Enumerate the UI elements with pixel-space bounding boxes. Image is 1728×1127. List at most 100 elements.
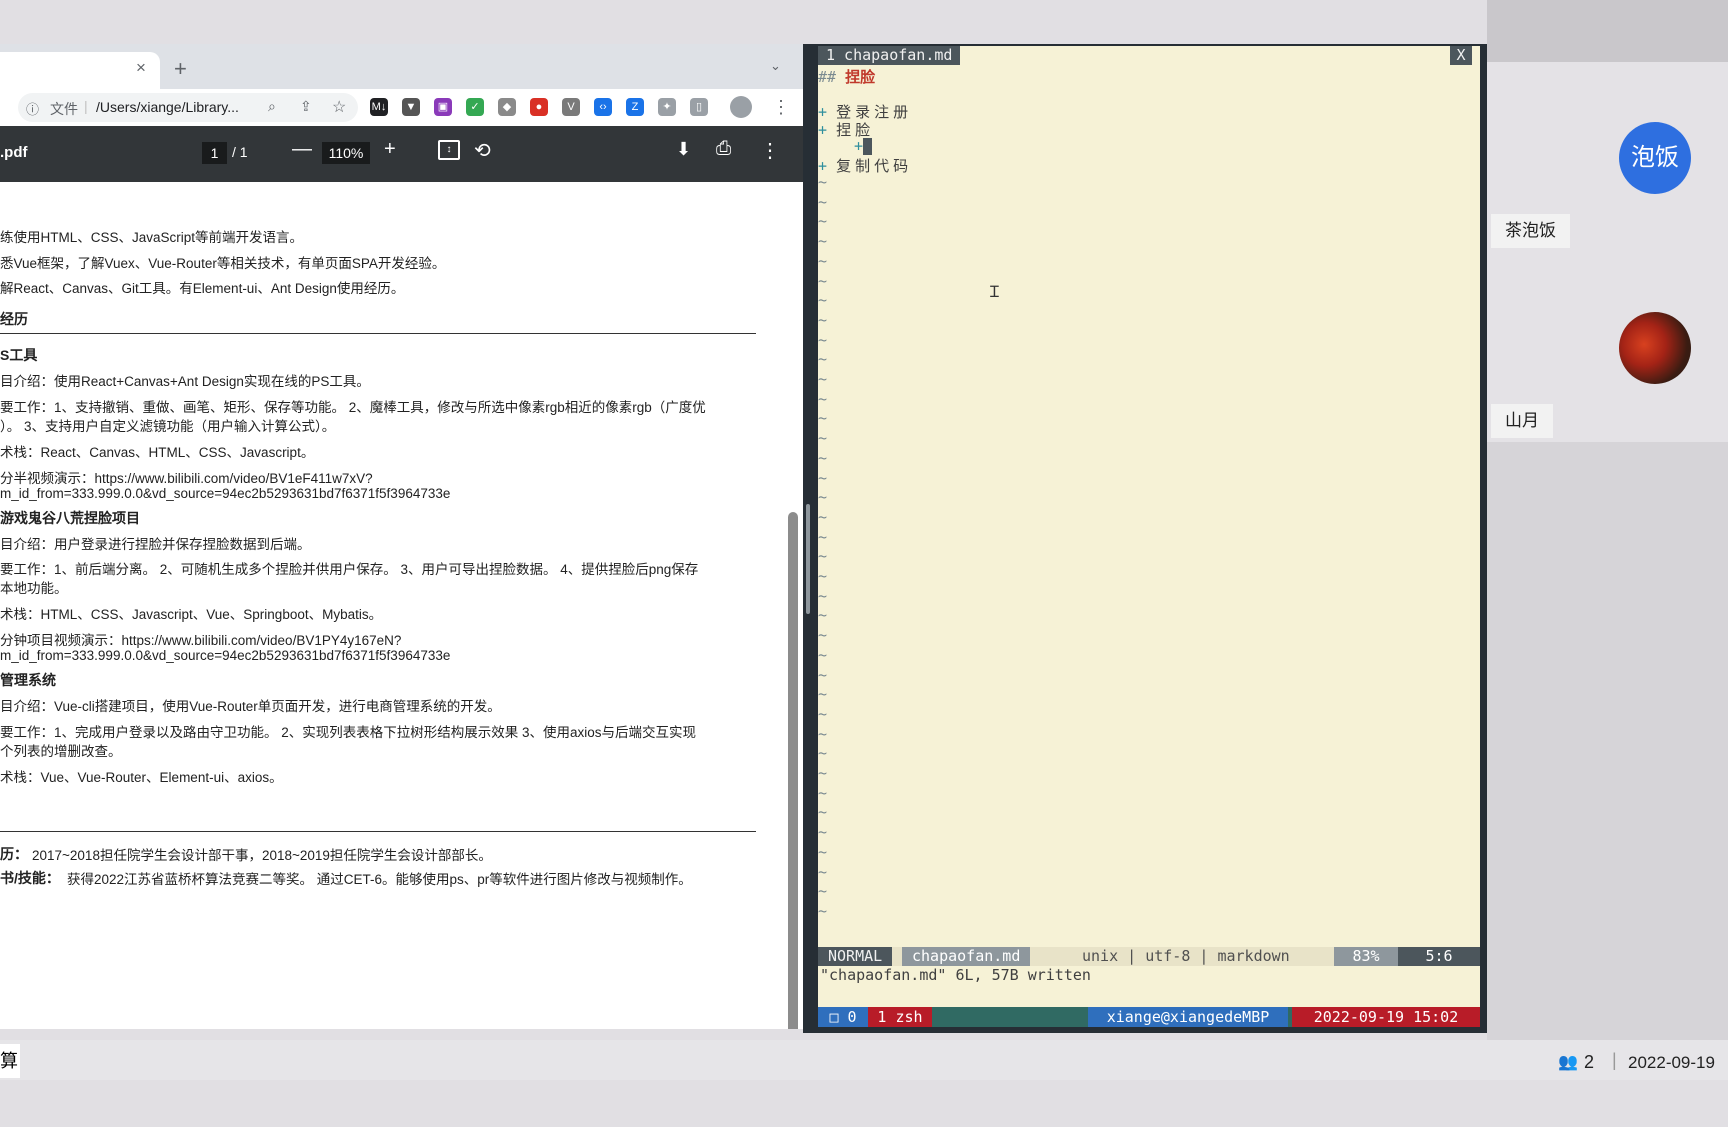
tab-search-chevron-icon[interactable]: ⌄ xyxy=(770,58,781,74)
doc-line: 练使用HTML、CSS、JavaScript等前端开发语言。 xyxy=(0,230,304,245)
page-number-input[interactable]: 1 xyxy=(202,142,227,164)
tmux-session[interactable]: □ 0 xyxy=(818,1007,868,1027)
bookmark-star-icon[interactable]: ☆ xyxy=(332,97,346,117)
tilde-line: ~ xyxy=(818,370,828,388)
red-shield-extension-icon[interactable]: ● xyxy=(530,98,548,116)
tilde-line: ~ xyxy=(818,173,828,191)
green-check-extension-icon[interactable]: ✓ xyxy=(466,98,484,116)
tilde-line: ~ xyxy=(818,330,828,349)
tmux-hostname: xiange@xiangedeMBP xyxy=(1088,1007,1288,1027)
markdown-heading-line: ## 捏脸 xyxy=(818,66,875,87)
tab-pdf[interactable]: × xyxy=(0,52,160,89)
tilde-line: ~ xyxy=(818,271,828,290)
vim-tab-active[interactable]: 1 chapaofan.md xyxy=(818,46,961,65)
meeting-participant-panel: 泡饭 茶泡饭 山月 xyxy=(1487,0,1728,1040)
panel-header xyxy=(1487,0,1728,62)
tilde-line: ~ xyxy=(818,547,828,566)
info-icon[interactable]: ⓘ xyxy=(26,99,39,118)
more-options-icon[interactable]: ⋮ xyxy=(760,138,780,163)
doc-link-line[interactable]: m_id_from=333.999.0.0&vd_source=94ec2b52… xyxy=(0,486,450,501)
tmux-window-zsh[interactable]: 1 zsh xyxy=(868,1007,932,1027)
browser-menu-icon[interactable]: ⋮ xyxy=(772,97,790,118)
list-line: + 复制代码 xyxy=(818,155,912,176)
new-tab-button[interactable]: + xyxy=(174,56,187,82)
page-total: / 1 xyxy=(232,144,248,160)
url-text[interactable]: /Users/xiange/Library... xyxy=(96,99,239,115)
print-icon[interactable]: ⎙ xyxy=(716,138,731,160)
tab-bar: × + ⌄ xyxy=(0,44,804,89)
doc-link-line[interactable]: m_id_from=333.999.0.0&vd_source=94ec2b52… xyxy=(0,648,450,663)
tilde-line: ~ xyxy=(818,212,828,231)
profile-avatar[interactable] xyxy=(730,96,752,118)
project-heading: 游戏鬼谷八荒捏脸项目 xyxy=(0,510,140,526)
share-icon[interactable]: ⇪ xyxy=(300,98,312,115)
pdf-scrollbar[interactable] xyxy=(788,512,798,1029)
tilde-line: ~ xyxy=(818,803,828,822)
doc-line: 个列表的增删改查。 xyxy=(0,744,122,759)
z-extension-icon[interactable]: Z xyxy=(626,98,644,116)
file-scheme-label: 文件 xyxy=(50,101,78,117)
participant-count[interactable]: 2 xyxy=(1584,1052,1594,1073)
tilde-line: ~ xyxy=(818,626,828,645)
tilde-line: ~ xyxy=(818,901,828,920)
rotate-icon[interactable]: ⟲ xyxy=(474,138,491,163)
participant-name: 山月 xyxy=(1491,404,1553,438)
doc-line: 术栈：Vue、Vue-Router、Element-ui、axios。 xyxy=(0,770,283,785)
heading-text: 捏脸 xyxy=(845,68,876,86)
address-bar[interactable]: ⓘ 文件 | /Users/xiange/Library... ⌕ ⇪ ☆ xyxy=(18,93,358,122)
tilde-line: ~ xyxy=(818,310,828,329)
vim-editor[interactable]: 1 chapaofan.md X ## 捏脸 + 登录注册 + 捏脸 + + 复… xyxy=(818,46,1480,1027)
tilde-line: ~ xyxy=(818,468,828,487)
window-extension-icon[interactable]: ▣ xyxy=(434,98,452,116)
pane-divider-handle[interactable] xyxy=(806,504,810,614)
vim-command-message: "chapaofan.md" 6L, 57B written xyxy=(820,966,1091,984)
address-separator: | xyxy=(84,98,88,114)
tilde-line: ~ xyxy=(818,645,828,664)
vue-devtools-extension-icon[interactable]: V xyxy=(562,98,580,116)
doc-link-line[interactable]: 分钟项目视频演示：https://www.bilibili.com/video/… xyxy=(0,629,401,649)
participant-card[interactable]: 山月 xyxy=(1487,262,1728,442)
tilde-line: ~ xyxy=(818,448,828,467)
download-icon[interactable]: ⬇ xyxy=(676,139,691,160)
zoom-level-input[interactable]: 110% xyxy=(322,142,370,164)
meeting-date: 2022-09-19 xyxy=(1628,1053,1715,1072)
markdown-extension-icon[interactable]: M↓ xyxy=(370,98,388,116)
doc-label: 书/技能： xyxy=(0,870,60,886)
vim-statusline: NORMAL chapaofan.md unix | utf-8 | markd… xyxy=(818,947,1480,966)
list-marker: + xyxy=(854,137,864,155)
participants-icon[interactable]: 👥 xyxy=(1558,1052,1578,1072)
sidebar-extension-icon[interactable]: ▯ xyxy=(690,98,708,116)
vuetify-extension-icon[interactable]: ▼ xyxy=(402,98,420,116)
participant-card[interactable]: 泡饭 茶泡饭 xyxy=(1487,62,1728,262)
participant-name: 茶泡饭 xyxy=(1491,214,1570,248)
list-line: + xyxy=(854,137,873,155)
tab-close-icon[interactable]: × xyxy=(136,58,146,78)
tilde-line: ~ xyxy=(818,586,828,605)
bottom-separator: | xyxy=(1612,1050,1617,1070)
doc-link-line[interactable]: 分半视频演示：https://www.bilibili.com/video/BV… xyxy=(0,467,373,487)
code-extension-icon[interactable]: ‹› xyxy=(594,98,612,116)
zoom-in-icon[interactable]: + xyxy=(384,138,396,161)
browser-window: × + ⌄ ⓘ 文件 | /Users/xiange/Library... ⌕ … xyxy=(0,44,804,1029)
shield-extension-icon[interactable]: ◆ xyxy=(498,98,516,116)
zoom-icon[interactable]: ⌕ xyxy=(268,98,276,115)
vim-tabline: 1 chapaofan.md X xyxy=(818,46,1480,65)
doc-label: 历： xyxy=(0,846,28,862)
bottom-left-label: 算 xyxy=(0,1044,20,1078)
vim-tab-close-icon[interactable]: X xyxy=(1450,46,1472,65)
puzzle-extension-icon[interactable]: ✦ xyxy=(658,98,676,116)
tilde-line: ~ xyxy=(818,192,828,211)
fit-page-icon[interactable]: ↕ xyxy=(438,140,460,160)
tilde-line: ~ xyxy=(818,862,828,881)
project-heading: 管理系统 xyxy=(0,672,56,688)
tilde-line: ~ xyxy=(818,823,828,842)
tilde-line: ~ xyxy=(818,507,828,526)
doc-line: 解React、Canvas、Git工具。有Element-ui、Ant Desi… xyxy=(0,281,405,296)
tilde-line: ~ xyxy=(818,685,828,704)
vim-scroll-percent: 83% xyxy=(1334,947,1398,966)
tmux-statusbar: □ 0 1 zsh xiange@xiangedeMBP 2022-09-19 … xyxy=(818,1007,1480,1027)
tilde-line: ~ xyxy=(818,704,828,723)
zoom-out-icon[interactable]: — xyxy=(292,138,312,161)
meeting-bottom-bar xyxy=(0,1040,1728,1080)
mouse-ibeam-cursor: Ɪ xyxy=(990,282,999,301)
